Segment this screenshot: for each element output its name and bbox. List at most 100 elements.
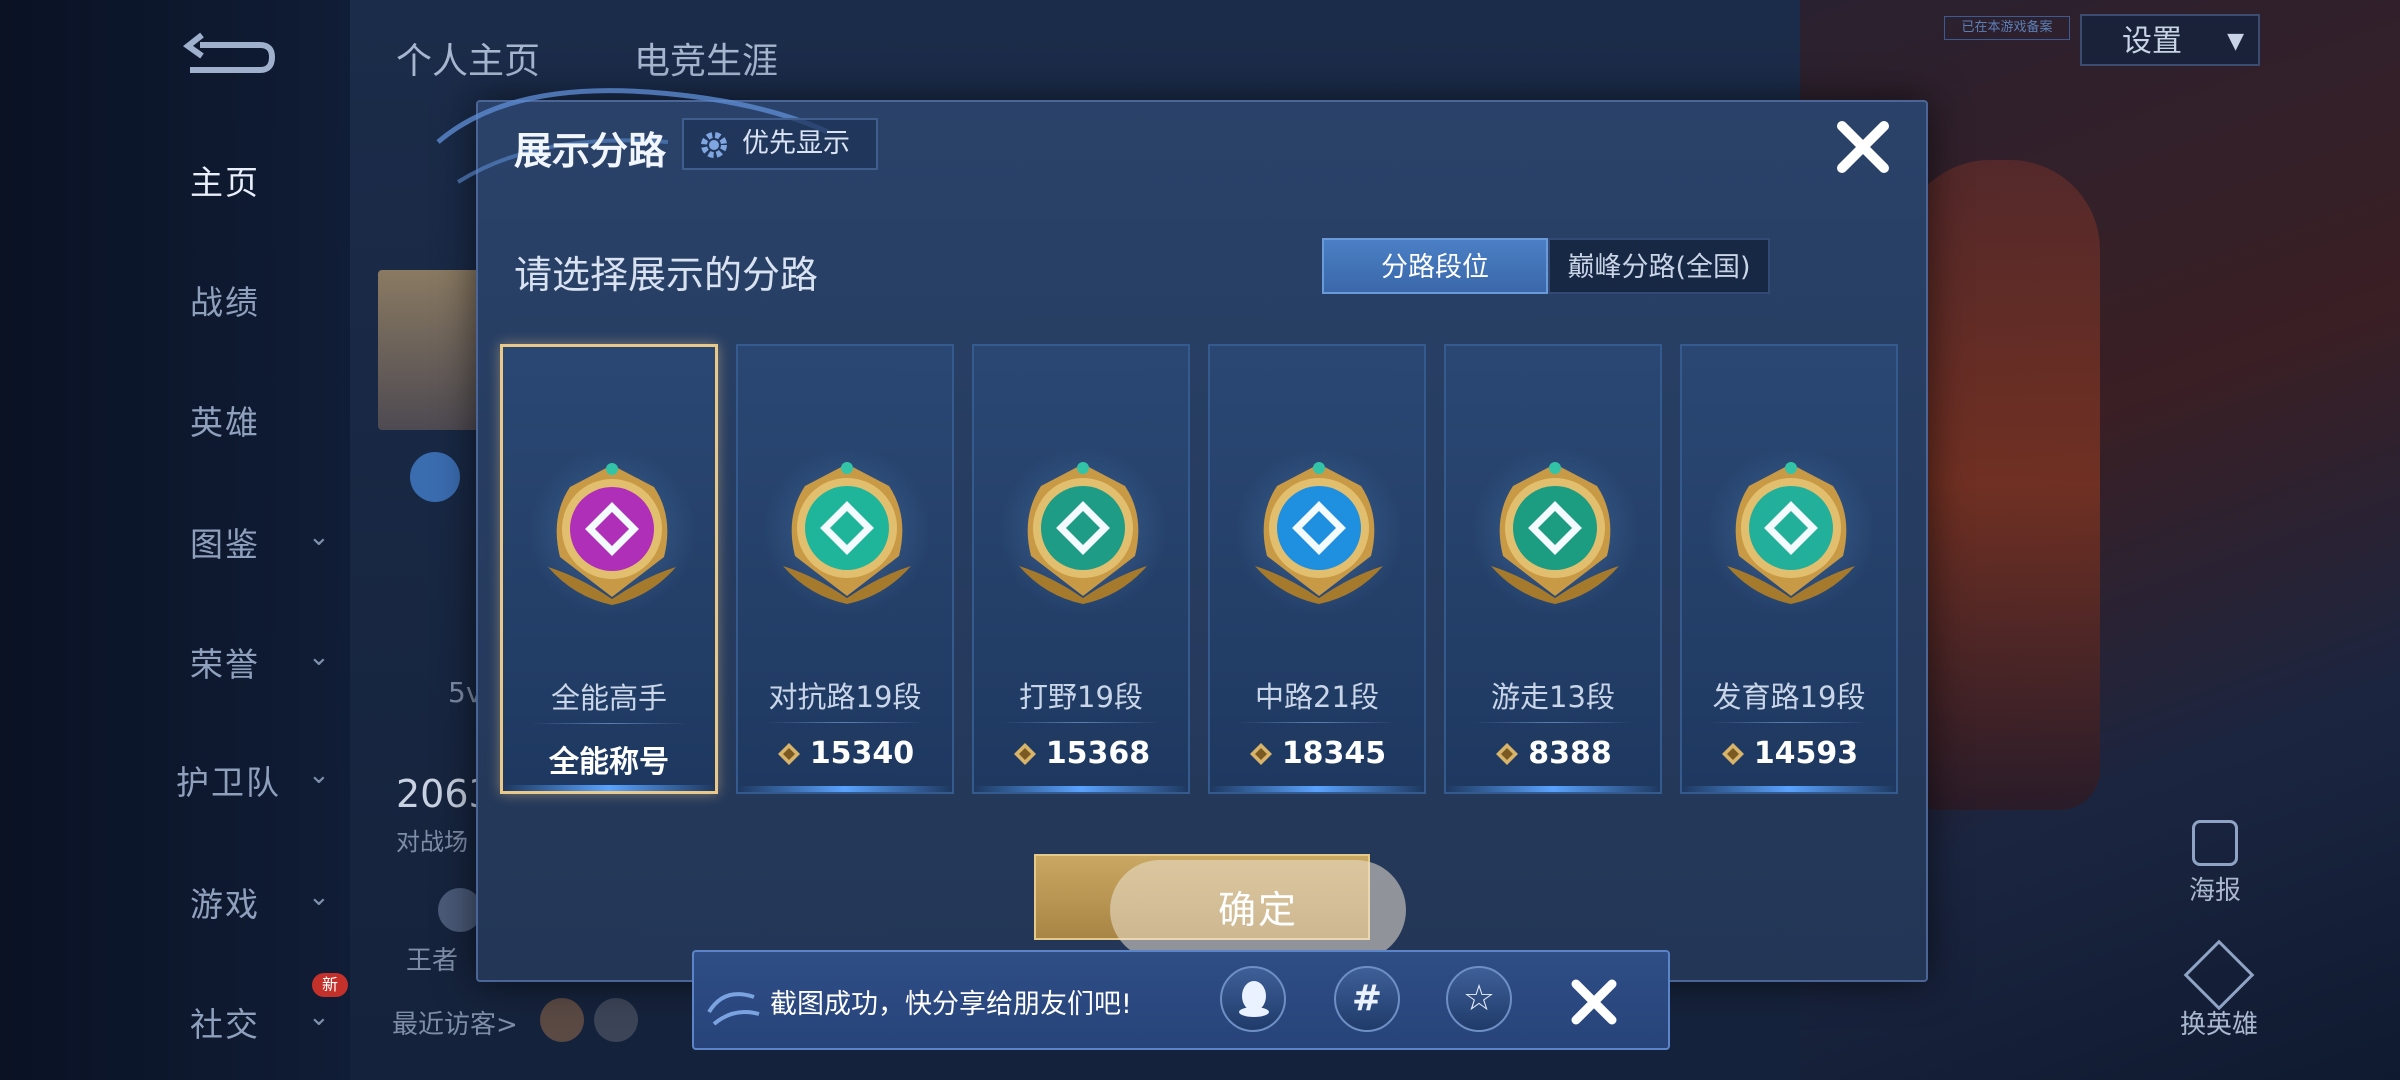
- king-label: 王者: [406, 946, 459, 976]
- sidebar-item[interactable]: 护卫队 ⌄: [176, 756, 336, 804]
- jungle-badge-icon: [1019, 462, 1147, 604]
- qq-share-button[interactable]: [1220, 966, 1286, 1032]
- left-sidebar: 主页战绩英雄图鉴 ⌄ 荣誉 ⌄ 护卫队 ⌄ 游戏 ⌄ 社交 ⌄ 新: [0, 0, 350, 1080]
- hashtag-share-button[interactable]: #: [1334, 966, 1400, 1032]
- tab-peak-lane-national[interactable]: 巅峰分路(全国): [1548, 238, 1770, 294]
- lane-name: 打野19段: [1019, 680, 1143, 714]
- rank-points-icon: [777, 743, 800, 765]
- divider: [1710, 722, 1868, 723]
- rank-icon: [410, 452, 460, 502]
- divider: [1474, 722, 1632, 723]
- sidebar-item[interactable]: 游戏 ⌄: [190, 878, 350, 926]
- lane-score-value: 全能称号: [549, 745, 669, 780]
- lane-score: 15340: [738, 736, 952, 771]
- lane-card[interactable]: 中路21段 18345: [1208, 344, 1426, 794]
- gear-icon: [701, 132, 727, 158]
- lane-name: 中路21段: [1255, 680, 1379, 714]
- sidebar-item-label: 游戏: [190, 885, 260, 924]
- chevron-down-icon: ⌄: [308, 882, 332, 912]
- lane-name: 全能高手: [550, 681, 667, 715]
- poster-label: 海报: [2188, 876, 2241, 906]
- sidebar-item[interactable]: 英雄: [190, 396, 350, 444]
- sidebar-item-label: 英雄: [190, 403, 260, 442]
- lane-score: 8388: [1446, 736, 1660, 771]
- star-share-button[interactable]: ☆: [1446, 966, 1512, 1032]
- visitor-avatar[interactable]: [594, 998, 638, 1042]
- card-bottom-glow: [738, 786, 952, 792]
- lane-card[interactable]: 全能高手 全能称号: [500, 344, 718, 794]
- chevron-down-icon: ⌄: [308, 1002, 332, 1032]
- lane-card[interactable]: 游走13段 8388: [1444, 344, 1662, 794]
- settings-label: 设置: [2122, 24, 2182, 59]
- star-share-icon: ☆: [1462, 978, 1496, 1019]
- tab-lane-rank[interactable]: 分路段位: [1322, 238, 1548, 294]
- sidebar-item-label: 社交: [190, 1005, 260, 1044]
- registration-tag: 已在本游戏备案: [1944, 16, 2070, 40]
- divider: [531, 723, 687, 724]
- back-arrow-icon[interactable]: [180, 30, 280, 80]
- hero-figure: [1900, 160, 2100, 810]
- lane-score: 15368: [974, 736, 1188, 771]
- visitor-avatar[interactable]: [540, 998, 584, 1042]
- new-badge: 新: [312, 973, 348, 997]
- priority-display-label: 优先显示: [742, 128, 850, 159]
- sidebar-item-label: 荣誉: [190, 645, 260, 684]
- settings-button[interactable]: 设置 ▼: [2080, 14, 2260, 66]
- card-bottom-glow: [1210, 786, 1424, 792]
- close-icon[interactable]: [1828, 112, 1898, 182]
- sidebar-item-label: 主页: [190, 163, 260, 202]
- sidebar-item-label: 战绩: [190, 283, 260, 322]
- divider: [1238, 722, 1396, 723]
- modal-title: 展示分路: [514, 129, 667, 173]
- poster-icon: [2192, 820, 2238, 866]
- chevron-down-icon: ▼: [2227, 29, 2244, 54]
- lane-score-value: 15368: [1045, 736, 1151, 771]
- recent-visitors[interactable]: 最近访客>: [392, 1004, 518, 1041]
- rank-points-icon: [1721, 743, 1744, 765]
- rank-points-icon: [1013, 743, 1036, 765]
- confirm-button[interactable]: 确定: [1110, 860, 1406, 960]
- chevron-down-icon: ⌄: [308, 760, 332, 790]
- divider: [1002, 722, 1160, 723]
- sidebar-item[interactable]: 战绩: [190, 276, 350, 324]
- lane-card[interactable]: 发育路19段 14593: [1680, 344, 1898, 794]
- sidebar-item[interactable]: 图鉴 ⌄: [190, 518, 350, 566]
- close-icon[interactable]: [1564, 972, 1624, 1032]
- hashtag-icon: #: [1351, 978, 1383, 1019]
- roam-badge-icon: [1491, 462, 1619, 604]
- rank-points-icon: [1496, 743, 1519, 765]
- lane-score: 14593: [1682, 736, 1896, 771]
- poster-button[interactable]: 海报: [2180, 820, 2250, 907]
- switch-hero-button[interactable]: 换英雄: [2164, 939, 2274, 1041]
- lane-name: 发育路19段: [1712, 680, 1866, 714]
- lane-card[interactable]: 对抗路19段 15340: [736, 344, 954, 794]
- switch-hero-icon: [2183, 939, 2255, 1011]
- lane-score: 18345: [1210, 736, 1424, 771]
- sidebar-item-label: 护卫队: [176, 763, 281, 802]
- chevron-down-icon: ⌄: [308, 642, 332, 672]
- sidebar-item[interactable]: 主页: [190, 156, 350, 204]
- card-bottom-glow: [1682, 786, 1896, 792]
- card-bottom-glow: [503, 785, 715, 791]
- sidebar-item[interactable]: 荣誉 ⌄: [190, 638, 350, 686]
- sidebar-item-label: 图鉴: [190, 525, 260, 564]
- swirl-icon: [707, 992, 760, 1026]
- modal-subtitle: 请选择展示的分路: [514, 253, 819, 297]
- sidebar-item[interactable]: 社交 ⌄: [190, 998, 350, 1046]
- qq-icon: [1239, 981, 1269, 1017]
- lane-score-value: 14593: [1753, 736, 1859, 771]
- mid-lane-badge-icon: [1255, 462, 1383, 604]
- lane-score-value: 18345: [1281, 736, 1387, 771]
- clash-lane-badge-icon: [783, 462, 911, 604]
- farm-lane-badge-icon: [1727, 462, 1855, 604]
- share-toast: 截图成功，快分享给朋友们吧! # ☆: [692, 950, 1670, 1050]
- lane-score-value: 15340: [809, 736, 915, 771]
- priority-display-button[interactable]: 优先显示: [682, 118, 878, 170]
- lane-score: 全能称号: [503, 737, 715, 781]
- rank-points-icon: [1249, 743, 1272, 765]
- card-bottom-glow: [1446, 786, 1660, 792]
- lane-card[interactable]: 打野19段 15368: [972, 344, 1190, 794]
- share-message: 截图成功，快分享给朋友们吧!: [770, 989, 1132, 1020]
- all-round-badge-icon: [548, 463, 676, 605]
- chevron-down-icon: ⌄: [308, 522, 332, 552]
